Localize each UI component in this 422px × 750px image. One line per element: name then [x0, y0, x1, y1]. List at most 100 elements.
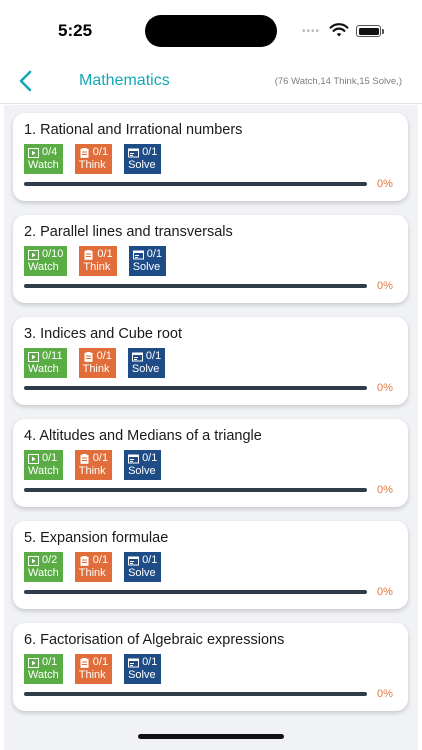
- clipboard-icon: [80, 453, 89, 464]
- chapter-title: 2. Parallel lines and transversals: [24, 224, 233, 240]
- think-count: 0/1: [92, 452, 109, 464]
- think-badge[interactable]: 0/1 Think: [74, 654, 113, 684]
- worksheet-icon: [128, 148, 140, 157]
- watch-badge[interactable]: 0/1 Watch: [24, 654, 63, 684]
- chapter-badges: 0/11 Watch 0/1 Think 0/1 Solve: [24, 348, 177, 378]
- think-label: Think: [78, 159, 106, 171]
- solve-label: Solve: [128, 567, 156, 579]
- solve-label: Solve: [128, 669, 156, 681]
- solve-count: 0/1: [142, 146, 158, 158]
- page-title: Mathematics: [79, 72, 170, 89]
- solve-count: 0/1: [142, 656, 158, 668]
- think-count: 0/1: [92, 656, 109, 668]
- back-chevron-icon[interactable]: [14, 68, 40, 94]
- think-label: Think: [78, 465, 106, 477]
- clipboard-icon: [80, 555, 89, 566]
- signal-dots-icon: ••••: [302, 26, 321, 37]
- video-play-icon: [28, 453, 39, 464]
- progress-percent: 0%: [377, 688, 393, 700]
- video-play-icon: [28, 147, 39, 158]
- think-badge[interactable]: 0/1 Think: [74, 552, 113, 582]
- chapter-card[interactable]: 2. Parallel lines and transversals 0/10 …: [13, 215, 408, 303]
- navigation-bar: Mathematics (76 Watch,14 Think,15 Solve,…: [0, 60, 422, 104]
- solve-count: 0/1: [142, 452, 158, 464]
- progress-percent: 0%: [377, 382, 393, 394]
- solve-count: 0/1: [142, 554, 158, 566]
- solve-badge[interactable]: 0/1 Solve: [124, 144, 162, 174]
- solve-label: Solve: [132, 261, 161, 273]
- solve-badge[interactable]: 0/1 Solve: [124, 654, 162, 684]
- chapter-list: 1. Rational and Irrational numbers 0/4 W…: [13, 113, 408, 725]
- solve-label: Solve: [128, 465, 156, 477]
- progress-percent: 0%: [377, 586, 393, 598]
- chapter-title: 4. Altitudes and Medians of a triangle: [24, 428, 262, 444]
- chapter-badges: 0/4 Watch 0/1 Think 0/1 Solve: [24, 144, 173, 174]
- chapter-card[interactable]: 1. Rational and Irrational numbers 0/4 W…: [13, 113, 408, 201]
- watch-count: 0/4: [42, 146, 58, 158]
- chapter-badges: 0/2 Watch 0/1 Think 0/1 Solve: [24, 552, 173, 582]
- think-badge[interactable]: 0/1 Think: [74, 144, 113, 174]
- status-bar: 5:25 ••••: [0, 0, 422, 60]
- watch-label: Watch: [28, 669, 59, 681]
- watch-badge[interactable]: 0/10 Watch: [24, 246, 68, 276]
- watch-label: Watch: [28, 465, 59, 477]
- chapter-title: 6. Factorisation of Algebraic expression…: [24, 632, 285, 648]
- video-play-icon: [28, 351, 39, 362]
- progress-bar: [24, 284, 367, 288]
- watch-count: 0/11: [42, 350, 63, 362]
- worksheet-icon: [131, 352, 143, 361]
- chapter-list-area: 1. Rational and Irrational numbers 0/4 W…: [4, 105, 418, 750]
- watch-label: Watch: [28, 567, 59, 579]
- solve-badge[interactable]: 0/1 Solve: [124, 450, 162, 480]
- chapter-badges: 0/1 Watch 0/1 Think 0/1 Solve: [24, 450, 173, 480]
- watch-count: 0/1: [42, 656, 58, 668]
- watch-count: 0/10: [42, 248, 64, 260]
- watch-count: 0/1: [42, 452, 58, 464]
- watch-badge[interactable]: 0/11 Watch: [24, 348, 67, 378]
- worksheet-icon: [128, 658, 140, 667]
- chapter-badges: 0/1 Watch 0/1 Think 0/1 Solve: [24, 654, 173, 684]
- progress-bar: [24, 386, 367, 390]
- watch-label: Watch: [28, 261, 59, 273]
- think-badge[interactable]: 0/1 Think: [79, 246, 117, 276]
- think-label: Think: [83, 261, 111, 273]
- progress-bar: [24, 182, 367, 186]
- think-count: 0/1: [96, 350, 112, 362]
- chapter-title: 5. Expansion formulae: [24, 530, 169, 546]
- solve-badge[interactable]: 0/1 Solve: [128, 246, 167, 276]
- chapter-title: 1. Rational and Irrational numbers: [24, 122, 243, 138]
- worksheet-icon: [132, 250, 144, 259]
- solve-count: 0/1: [145, 350, 162, 362]
- chapter-card[interactable]: 4. Altitudes and Medians of a triangle 0…: [13, 419, 408, 507]
- clipboard-icon: [80, 147, 89, 158]
- solve-badge[interactable]: 0/1 Solve: [127, 348, 166, 378]
- solve-label: Solve: [128, 159, 156, 171]
- chapter-card[interactable]: 5. Expansion formulae 0/2 Watch 0/1 Thin…: [13, 521, 408, 609]
- think-badge[interactable]: 0/1 Think: [78, 348, 116, 378]
- progress-bar: [24, 692, 367, 696]
- chapter-card[interactable]: 3. Indices and Cube root 0/11 Watch 0/1 …: [13, 317, 408, 405]
- watch-badge[interactable]: 0/2 Watch: [24, 552, 63, 582]
- progress-percent: 0%: [377, 178, 393, 190]
- video-play-icon: [28, 555, 39, 566]
- watch-badge[interactable]: 0/1 Watch: [24, 450, 63, 480]
- think-count: 0/1: [97, 248, 113, 260]
- status-time: 5:25: [58, 21, 93, 40]
- think-label: Think: [78, 567, 106, 579]
- chapter-card[interactable]: 6. Factorisation of Algebraic expression…: [13, 623, 408, 711]
- think-label: Think: [82, 363, 110, 375]
- clipboard-icon: [80, 657, 89, 668]
- solve-badge[interactable]: 0/1 Solve: [124, 552, 162, 582]
- home-indicator: [138, 734, 284, 739]
- watch-badge[interactable]: 0/4 Watch: [24, 144, 63, 174]
- solve-label: Solve: [131, 363, 160, 375]
- think-badge[interactable]: 0/1 Think: [74, 450, 113, 480]
- wifi-icon: [329, 23, 349, 37]
- clipboard-icon: [84, 249, 93, 260]
- watch-count: 0/2: [42, 554, 58, 566]
- progress-bar: [24, 488, 367, 492]
- clipboard-icon: [84, 351, 93, 362]
- watch-label: Watch: [28, 363, 59, 375]
- watch-label: Watch: [28, 159, 59, 171]
- think-label: Think: [78, 669, 106, 681]
